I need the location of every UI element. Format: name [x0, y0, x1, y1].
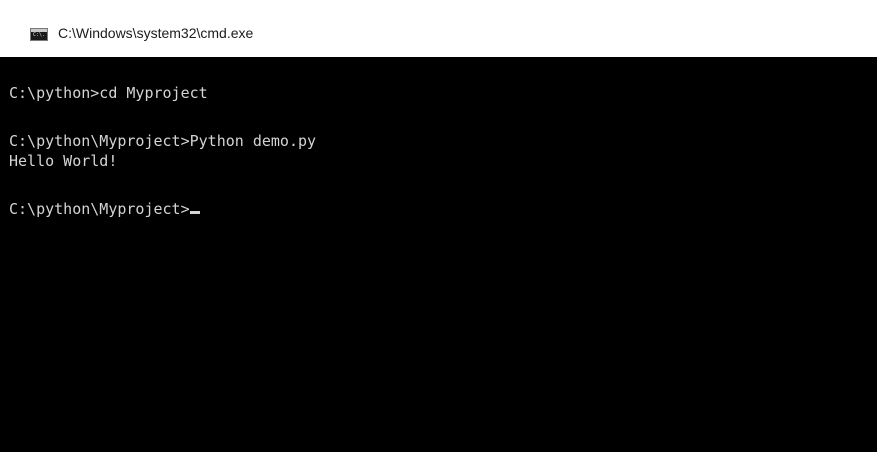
console-line-2: C:\python\Myproject>Python demo.py [9, 132, 317, 150]
cmd-console-icon[interactable]: C:\. [30, 28, 48, 41]
cmd-window: C:\. C:\Windows\system32\cmd.exe C:\pyth… [0, 0, 877, 452]
console-prompt: C:\python\Myproject> [9, 200, 190, 218]
window-title: C:\Windows\system32\cmd.exe [58, 25, 254, 41]
icon-prompt-glyph: C:\. [33, 32, 46, 38]
console-prompt-line[interactable]: C:\python\Myproject> [9, 200, 200, 219]
text-cursor [189, 211, 200, 214]
console-output-area[interactable]: C:\python>cd Myproject C:\python\Myproje… [0, 57, 877, 452]
title-bar[interactable]: C:\. C:\Windows\system32\cmd.exe [0, 0, 877, 56]
console-line-3: Hello World! [9, 152, 118, 170]
console-line-1: C:\python>cd Myproject [9, 84, 208, 102]
